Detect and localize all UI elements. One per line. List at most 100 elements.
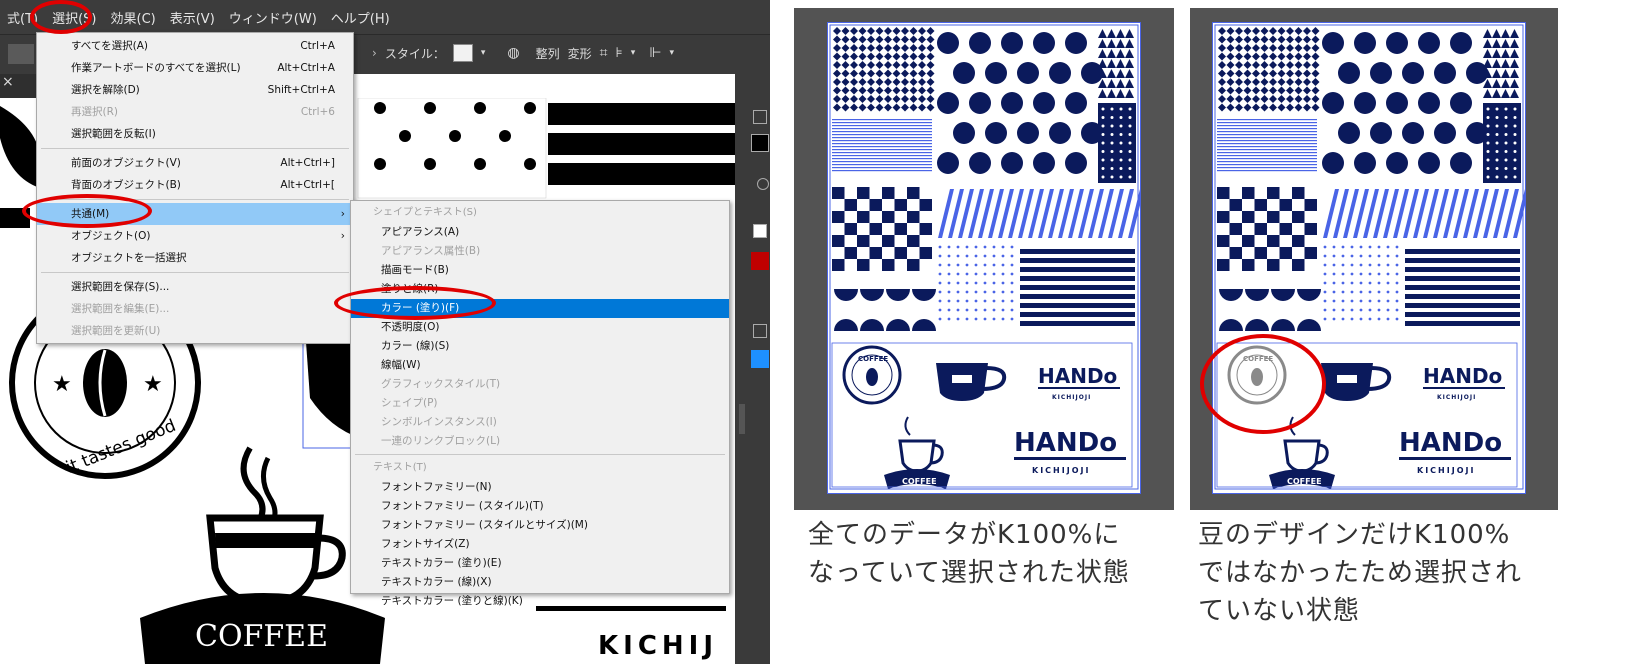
chevron-down-icon[interactable]: ▾ (481, 48, 486, 58)
submenu-item[interactable]: 線幅(W) (351, 356, 729, 375)
scrollbar-thumb[interactable] (739, 404, 745, 434)
diamond-mark (1260, 35, 1269, 44)
select-menu-item[interactable]: 選択範囲を保存(S)... (37, 276, 353, 298)
select-menu-item[interactable]: 作業アートボードのすべてを選択(L) Alt+Ctrl+A (37, 57, 353, 79)
submenu-item[interactable]: フォントサイズ(Z) (351, 535, 729, 554)
panel-icon[interactable] (753, 110, 767, 124)
submenu-item[interactable]: テキストカラー (線)(X) (351, 573, 729, 592)
chevron-down-icon[interactable]: ▾ (631, 48, 636, 58)
select-menu-item[interactable]: オブジェクト(O) › (37, 225, 353, 247)
diamond-mark (926, 35, 935, 44)
panel-icon[interactable] (753, 224, 767, 238)
diamond-mark (867, 86, 875, 95)
line-mark (832, 143, 932, 145)
diamond-mark (918, 69, 926, 78)
line-mark (832, 149, 932, 151)
fine-dot-mark (938, 245, 942, 249)
submenu-item[interactable]: 不透明度(O) (351, 318, 729, 337)
fill-swatch[interactable] (751, 134, 769, 152)
transform-button[interactable]: 変形 (568, 45, 592, 62)
diamond-mark (909, 103, 918, 112)
submenu-item-label: 一連のリンクブロック(L) (381, 435, 501, 447)
panel-icon[interactable] (757, 178, 769, 190)
globe-icon[interactable]: ◍ (507, 45, 519, 61)
select-menu-item[interactable]: すべてを選択(A) Ctrl+A (37, 35, 353, 57)
menubar-item[interactable]: 表示(V) (163, 8, 222, 27)
close-icon[interactable]: × (2, 74, 14, 90)
diamond-mark (875, 86, 884, 95)
diamond-mark (1218, 61, 1226, 69)
fine-line-pattern (1217, 119, 1317, 172)
diamond-mark (841, 69, 850, 78)
small-dot-mark (1110, 175, 1114, 179)
submenu-item[interactable]: フォントファミリー (スタイルとサイズ)(M) (351, 516, 729, 535)
submenu-item[interactable]: アピアランス(A) (351, 223, 729, 242)
select-menu-item[interactable]: オブジェクトを一括選択 (37, 247, 353, 269)
small-dot-mark (1513, 175, 1517, 179)
line-mark (1217, 128, 1317, 130)
coffee-cup-icon (206, 514, 324, 607)
fine-dot-mark (1010, 281, 1014, 285)
diamond-mark (1269, 103, 1277, 112)
line-mark (832, 167, 932, 169)
line-mark (832, 131, 932, 133)
diamond-mark (867, 69, 875, 78)
submenu-item[interactable]: フォントファミリー (スタイル)(T) (351, 497, 729, 516)
triangle-mark (1483, 39, 1492, 48)
fine-dot-mark (1001, 290, 1005, 294)
dot-mark (1017, 62, 1039, 84)
align-button[interactable]: 整列 (536, 45, 560, 62)
small-dot-mark (1101, 141, 1105, 145)
diamond-mark (1218, 27, 1226, 35)
small-dot-mark (1513, 124, 1517, 128)
select-menu-item[interactable]: 選択を解除(D) Shift+Ctrl+A (37, 79, 353, 101)
style-swatch[interactable] (452, 44, 473, 62)
stamp-text: COFFEE (858, 355, 888, 363)
diamond-mark (850, 44, 858, 52)
submenu-item[interactable]: テキストカラー (塗り)(E) (351, 554, 729, 573)
panel-icon[interactable] (751, 350, 769, 368)
isolate-icon[interactable]: ⌗ (600, 45, 608, 61)
fine-dot-mark (1010, 290, 1014, 294)
triangle-mark (1483, 29, 1492, 38)
submenu-item-label: フォントファミリー (スタイルとサイズ)(M) (381, 519, 588, 531)
panel-icon[interactable] (753, 324, 767, 338)
options-icon[interactable]: ⊩ (649, 45, 661, 61)
small-dot-mark (1504, 107, 1508, 111)
hando-logo-text: HANDo (1014, 428, 1117, 458)
small-dot-mark (1495, 175, 1499, 179)
small-dot-mark (1495, 150, 1499, 153)
fine-dot-mark (1368, 245, 1372, 249)
select-menu-item[interactable]: 前面のオブジェクト(V) Alt+Ctrl+] (37, 152, 353, 174)
triangle-mark (1107, 79, 1116, 88)
menubar-item[interactable]: 効果(C) (104, 8, 163, 27)
fine-dot-mark (974, 254, 978, 258)
diamond-mark (858, 35, 867, 44)
menubar-item[interactable]: ウィンドウ(W) (222, 8, 324, 27)
submenu-item[interactable]: フォントファミリー(N) (351, 478, 729, 497)
fine-dot-mark (1332, 308, 1336, 312)
select-menu-item[interactable]: 選択範囲を反転(I) (37, 123, 353, 145)
menubar-item[interactable]: ヘルプ(H) (324, 8, 397, 27)
chevron-down-icon[interactable]: ▾ (670, 48, 675, 58)
diagonal-stripe-pattern (1323, 189, 1525, 238)
fine-dot-mark (1350, 290, 1354, 294)
submenu-item[interactable]: テキストカラー (塗りと線)(K) (351, 592, 729, 611)
submenu-item[interactable]: カラー (線)(S) (351, 337, 729, 356)
submenu-item[interactable]: 描画モード(B) (351, 261, 729, 280)
document-tab[interactable]: × (0, 74, 40, 98)
panel-icon[interactable] (751, 252, 769, 270)
checker-mark (919, 223, 932, 235)
fine-dot-mark (1368, 254, 1372, 258)
checker-mark (882, 259, 895, 271)
tool-button[interactable] (8, 44, 34, 64)
fine-dot-mark (1341, 299, 1345, 303)
diamond-mark (1294, 95, 1303, 103)
distribute-icon[interactable]: ⊧ (616, 45, 623, 61)
caption-line: ではなかったため選択され (1198, 558, 1523, 588)
checker-mark (1254, 223, 1267, 235)
hando-underline (1014, 457, 1126, 460)
select-menu-item[interactable]: 背面のオブジェクト(B) Alt+Ctrl+[ (37, 174, 353, 196)
diamond-mark (1226, 35, 1235, 44)
dot-mark (1402, 122, 1424, 144)
